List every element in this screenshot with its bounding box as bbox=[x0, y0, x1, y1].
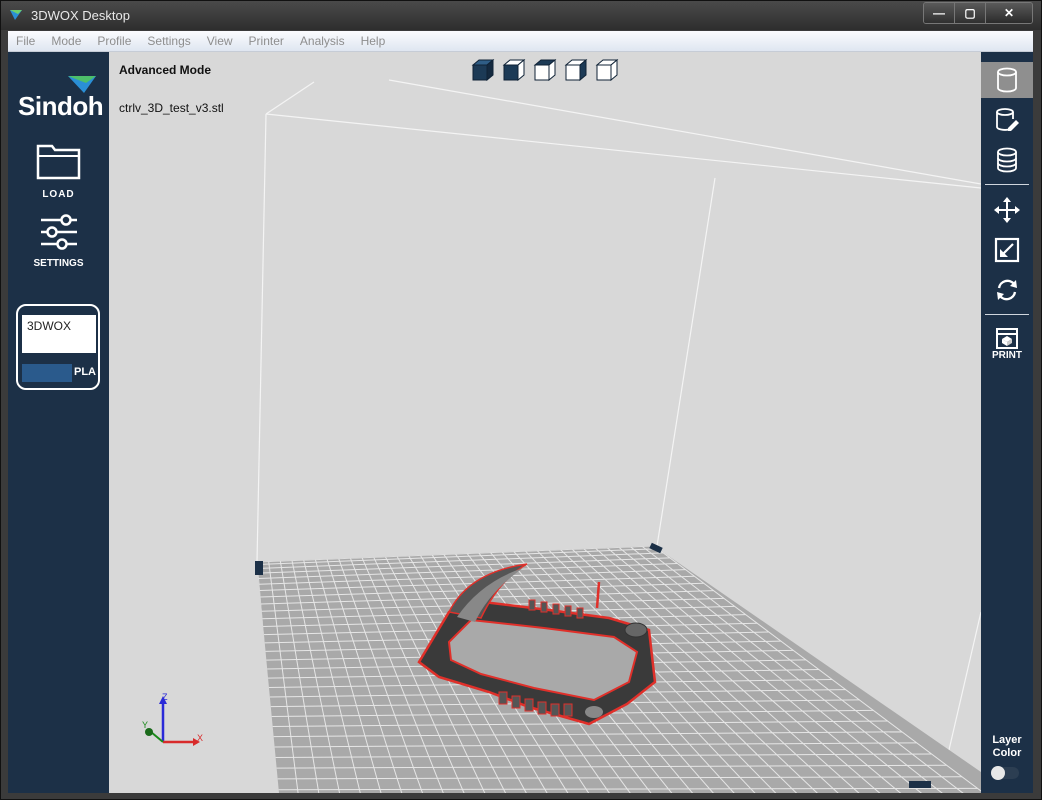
view-cube-side-icon[interactable] bbox=[564, 59, 588, 81]
printer-card[interactable]: 3DWOX PLA bbox=[16, 304, 100, 390]
menu-mode[interactable]: Mode bbox=[43, 34, 89, 48]
window-title: 3DWOX Desktop bbox=[31, 8, 130, 23]
settings-button[interactable]: SETTINGS bbox=[8, 213, 109, 269]
layer-color-label: Layer Color bbox=[981, 734, 1033, 760]
toolbar-divider bbox=[985, 184, 1029, 185]
view-cube-solid-icon[interactable] bbox=[471, 59, 495, 81]
layers-icon bbox=[997, 147, 1017, 173]
scale-icon bbox=[994, 237, 1020, 263]
maximize-button[interactable]: ▢ bbox=[954, 3, 985, 23]
axis-triad: Z Y X bbox=[142, 692, 203, 746]
view-cube-top-icon[interactable] bbox=[533, 59, 557, 81]
build-volume-scene: Z Y X bbox=[142, 79, 981, 793]
rotate-icon bbox=[997, 279, 1017, 301]
print-button[interactable]: PRINT bbox=[981, 322, 1033, 364]
layer-view-button[interactable] bbox=[981, 142, 1033, 178]
edit-model-button[interactable] bbox=[981, 102, 1033, 138]
view-cube-wire-icon[interactable] bbox=[595, 59, 619, 81]
scale-button[interactable] bbox=[981, 232, 1033, 268]
material-color-swatch bbox=[22, 364, 72, 382]
menu-settings[interactable]: Settings bbox=[139, 34, 198, 48]
cylinder-edit-icon bbox=[996, 108, 1019, 131]
mode-label: Advanced Mode bbox=[119, 63, 212, 77]
load-button[interactable]: LOAD bbox=[8, 140, 109, 200]
material-label: PLA bbox=[74, 366, 96, 378]
settings-label: SETTINGS bbox=[33, 258, 84, 269]
menu-printer[interactable]: Printer bbox=[241, 34, 292, 48]
view-cube-front-icon[interactable] bbox=[502, 59, 526, 81]
right-toolbar: PRINT Layer Color bbox=[981, 52, 1033, 793]
minimize-button[interactable]: — bbox=[924, 3, 954, 23]
menu-analysis[interactable]: Analysis bbox=[292, 34, 353, 48]
close-button[interactable]: ✕ bbox=[985, 3, 1032, 23]
move-arrows-icon bbox=[994, 197, 1020, 223]
layer-color-toggle[interactable] bbox=[991, 766, 1019, 780]
loaded-file-name: ctrlv_3D_test_v3.stl bbox=[119, 101, 224, 115]
print-label: PRINT bbox=[992, 349, 1022, 361]
menu-file[interactable]: File bbox=[8, 34, 43, 48]
axis-x-label: X bbox=[197, 733, 203, 743]
cylinder-icon bbox=[997, 67, 1017, 93]
menu-view[interactable]: View bbox=[199, 34, 241, 48]
axis-z-label: Z bbox=[162, 692, 168, 702]
toolbar-divider bbox=[985, 314, 1029, 315]
print-icon bbox=[996, 327, 1018, 349]
layer-color-line1: Layer bbox=[992, 734, 1022, 746]
toggle-knob bbox=[991, 766, 1005, 780]
window-controls: — ▢ ✕ bbox=[923, 2, 1033, 24]
load-label: LOAD bbox=[42, 189, 75, 200]
3d-viewport[interactable]: Z Y X Advanced Mode ctrlv_3D_test_v3.stl bbox=[109, 52, 981, 793]
model-view-button[interactable] bbox=[981, 62, 1033, 98]
menu-profile[interactable]: Profile bbox=[89, 34, 139, 48]
menu-help[interactable]: Help bbox=[353, 34, 394, 48]
folder-icon bbox=[36, 144, 80, 180]
app-window: 3DWOX Desktop — ▢ ✕ File Mode Profile Se… bbox=[0, 0, 1042, 800]
title-bar: 3DWOX Desktop — ▢ ✕ bbox=[1, 1, 1041, 30]
logo-text: Sindoh bbox=[18, 91, 104, 121]
app-icon bbox=[10, 10, 22, 20]
sliders-icon bbox=[40, 214, 77, 250]
rotate-button[interactable] bbox=[981, 272, 1033, 308]
view-cube-toolbar bbox=[471, 59, 619, 81]
printer-name: 3DWOX bbox=[22, 315, 96, 353]
layer-color-line2: Color bbox=[992, 747, 1022, 759]
left-sidebar: Sindoh LOAD SETTINGS 3DWOX PLA bbox=[8, 52, 109, 793]
sindoh-logo: Sindoh bbox=[18, 73, 104, 123]
menu-bar: File Mode Profile Settings View Printer … bbox=[8, 31, 1033, 52]
axis-y-label: Y bbox=[142, 720, 148, 730]
move-button[interactable] bbox=[981, 192, 1033, 228]
